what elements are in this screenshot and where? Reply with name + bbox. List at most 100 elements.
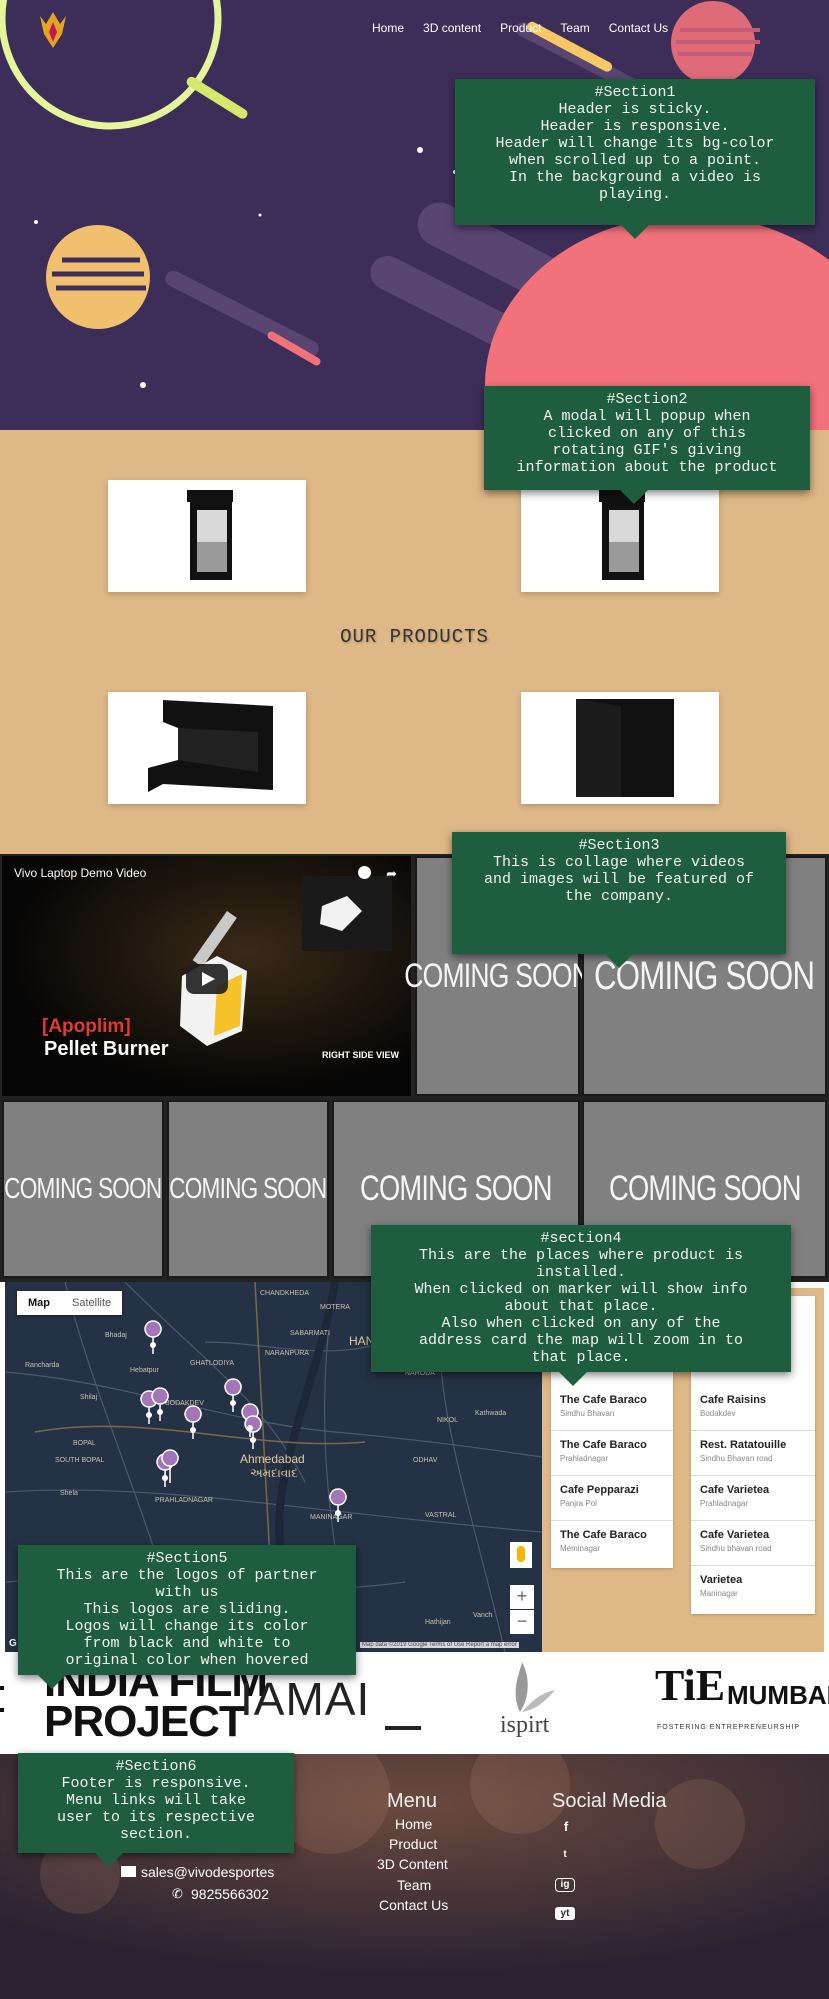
map-type-control: Map Satellite — [17, 1291, 123, 1315]
address-card-name: Varietea — [700, 1574, 743, 1586]
note-section5: #Section5 This are the logos of partner … — [18, 1545, 356, 1675]
address-card-name: The Cafe Baraco — [560, 1529, 647, 1541]
address-card-area: Prahladnagar — [560, 1454, 609, 1463]
footer-email[interactable]: sales@vivodesportes — [141, 1864, 274, 1880]
note-section1: #Section1 Header is sticky. Header is re… — [455, 79, 815, 225]
partner-iamai[interactable]: IAMAI — [240, 1672, 370, 1726]
coming-soon-label: COMING SOON — [4, 1172, 162, 1205]
product-card-3[interactable] — [108, 692, 306, 804]
address-card-area: Prahladnagar — [700, 1499, 749, 1508]
video-brand-subtitle: Pellet Burner — [44, 1038, 169, 1060]
address-card-name: The Cafe Baraco — [560, 1394, 647, 1406]
address-card[interactable]: The Cafe Baraco Prahladnagar — [551, 1431, 673, 1476]
map-type-map-button[interactable]: Map — [17, 1291, 61, 1315]
map-marker-icon[interactable] — [329, 1488, 347, 1523]
map-type-satellite-button[interactable]: Satellite — [61, 1291, 122, 1315]
tie-wordmark: TiE — [655, 1661, 726, 1710]
iamai-underline — [385, 1726, 421, 1730]
product-card-4[interactable] — [521, 692, 719, 804]
address-card-name: Cafe Raisins — [700, 1394, 767, 1406]
address-card-area: Sindhu Bhavan — [560, 1409, 615, 1418]
coming-soon-label: COMING SOON — [608, 1169, 801, 1208]
google-logo: G — [9, 1638, 17, 1649]
address-card[interactable]: Cafe Varietea Prahladnagar — [691, 1476, 815, 1521]
address-card[interactable]: Rest. Ratatouille Sindhu Bhavan road — [691, 1431, 815, 1476]
address-card-area: Meminagar — [560, 1544, 601, 1553]
clock-icon[interactable] — [358, 866, 371, 879]
zoom-in-button[interactable]: + — [510, 1585, 534, 1609]
address-card-name: Cafe Varietea — [700, 1484, 770, 1496]
video-title: Vivo Laptop Demo Video — [14, 866, 147, 880]
products-section: OUR PRODUCTS — [0, 430, 829, 854]
footer-link-3d-content[interactable]: 3D Content — [377, 1856, 448, 1872]
product-box-icon — [576, 699, 674, 797]
instagram-icon[interactable]: ig — [555, 1878, 575, 1892]
address-card-area: Bodakdev — [700, 1409, 736, 1418]
products-title: OUR PRODUCTS — [340, 626, 489, 648]
video-player[interactable]: Vivo Laptop Demo Video ➦ [Apoplim] Pelle… — [2, 856, 411, 1096]
twitter-icon[interactable]: t — [555, 1849, 575, 1860]
video-caption: RIGHT SIDE VIEW — [321, 1050, 399, 1060]
phone-icon: ✆ — [172, 1886, 183, 1901]
zoom-out-button[interactable]: − — [510, 1610, 534, 1634]
nav-product[interactable]: Product — [500, 21, 541, 35]
address-card-area: Panjra Pol — [560, 1499, 597, 1508]
nav-3d-content[interactable]: 3D content — [423, 21, 481, 35]
footer-link-product[interactable]: Product — [389, 1836, 437, 1852]
footer-link-team[interactable]: Team — [397, 1877, 431, 1893]
partner-fragment-icon — [0, 1686, 4, 1712]
map-marker-icon[interactable] — [144, 1320, 162, 1355]
note-section3: #Section3 This is collage where videos a… — [452, 832, 786, 954]
nav-home[interactable]: Home — [372, 21, 404, 35]
address-card[interactable]: The Cafe Baraco Meminagar — [551, 1521, 673, 1566]
address-card-name: The Cafe Baraco — [560, 1439, 647, 1451]
product-lantern-icon — [187, 490, 233, 580]
footer-phone[interactable]: 9825566302 — [191, 1886, 269, 1902]
partner-tie-mumbai[interactable]: TiE MUMBAI FOSTERING ENTREPRENEURSHIP — [655, 1660, 829, 1750]
product-projector-icon — [148, 700, 273, 792]
address-card-name: Cafe Pepparazi — [560, 1484, 639, 1496]
map-marker-icon[interactable] — [224, 1378, 242, 1413]
footer-link-home[interactable]: Home — [395, 1816, 432, 1832]
map-marker-icon[interactable] — [244, 1415, 262, 1450]
address-card-area: Sindhu bhavan road — [700, 1544, 772, 1553]
product-card-1[interactable] — [108, 480, 306, 592]
street-view-pegman-icon[interactable] — [510, 1542, 532, 1568]
address-card-name: Cafe Varietea — [700, 1529, 770, 1541]
video-brand: [Apoplim] — [42, 1016, 131, 1037]
map-marker-icon[interactable] — [184, 1405, 202, 1440]
brand-logo-icon[interactable] — [38, 10, 68, 50]
map-attribution[interactable]: Map data ©2019 Google Terms of Use Repor… — [360, 1642, 519, 1648]
coming-soon-label: COMING SOON — [169, 1172, 327, 1205]
collage-tile-3[interactable]: COMING SOON — [2, 1100, 164, 1278]
address-card[interactable]: Varietea Maninagar — [691, 1566, 815, 1611]
facebook-icon[interactable]: f — [559, 1819, 573, 1834]
note-section2: #Section2 A modal will popup when clicke… — [484, 386, 810, 490]
youtube-icon[interactable]: yt — [555, 1907, 575, 1920]
nav-contact-us[interactable]: Contact Us — [609, 21, 668, 35]
address-card[interactable]: Cafe Pepparazi Panjra Pol — [551, 1476, 673, 1521]
address-card[interactable]: Cafe Raisins Bodakdev — [691, 1386, 815, 1431]
footer-social-heading: Social Media — [552, 1790, 667, 1812]
share-icon[interactable]: ➦ — [386, 866, 397, 882]
main-nav: Home 3D content Product Team Contact Us — [372, 21, 687, 35]
mail-icon — [121, 1866, 136, 1877]
partner-ispirt[interactable]: ispirt — [500, 1662, 580, 1742]
coming-soon-label: COMING SOON — [404, 956, 592, 995]
tie-city: MUMBAI — [727, 1680, 829, 1710]
footer-menu-heading: Menu — [387, 1790, 438, 1812]
play-button[interactable] — [186, 964, 228, 994]
address-card[interactable]: The Cafe Baraco Sindhu Bhavan — [551, 1386, 673, 1431]
tie-tagline: FOSTERING ENTREPRENEURSHIP — [657, 1724, 801, 1731]
nav-team[interactable]: Team — [560, 21, 589, 35]
note-section4: #section4 This are the places where prod… — [371, 1225, 791, 1372]
coming-soon-label: COMING SOON — [360, 1169, 552, 1208]
collage-tile-4[interactable]: COMING SOON — [167, 1100, 329, 1278]
address-card[interactable]: Cafe Varietea Sindhu bhavan road — [691, 1521, 815, 1566]
note-section6: #Section6 Footer is responsive. Menu lin… — [18, 1753, 294, 1853]
address-card-area: Sindhu Bhavan road — [700, 1454, 773, 1463]
address-card-name: Rest. Ratatouille — [700, 1439, 787, 1451]
partner-india-film-line2: PROJECT — [44, 1697, 246, 1746]
footer-link-contact-us[interactable]: Contact Us — [379, 1897, 448, 1913]
address-card-area: Maninagar — [700, 1589, 738, 1598]
